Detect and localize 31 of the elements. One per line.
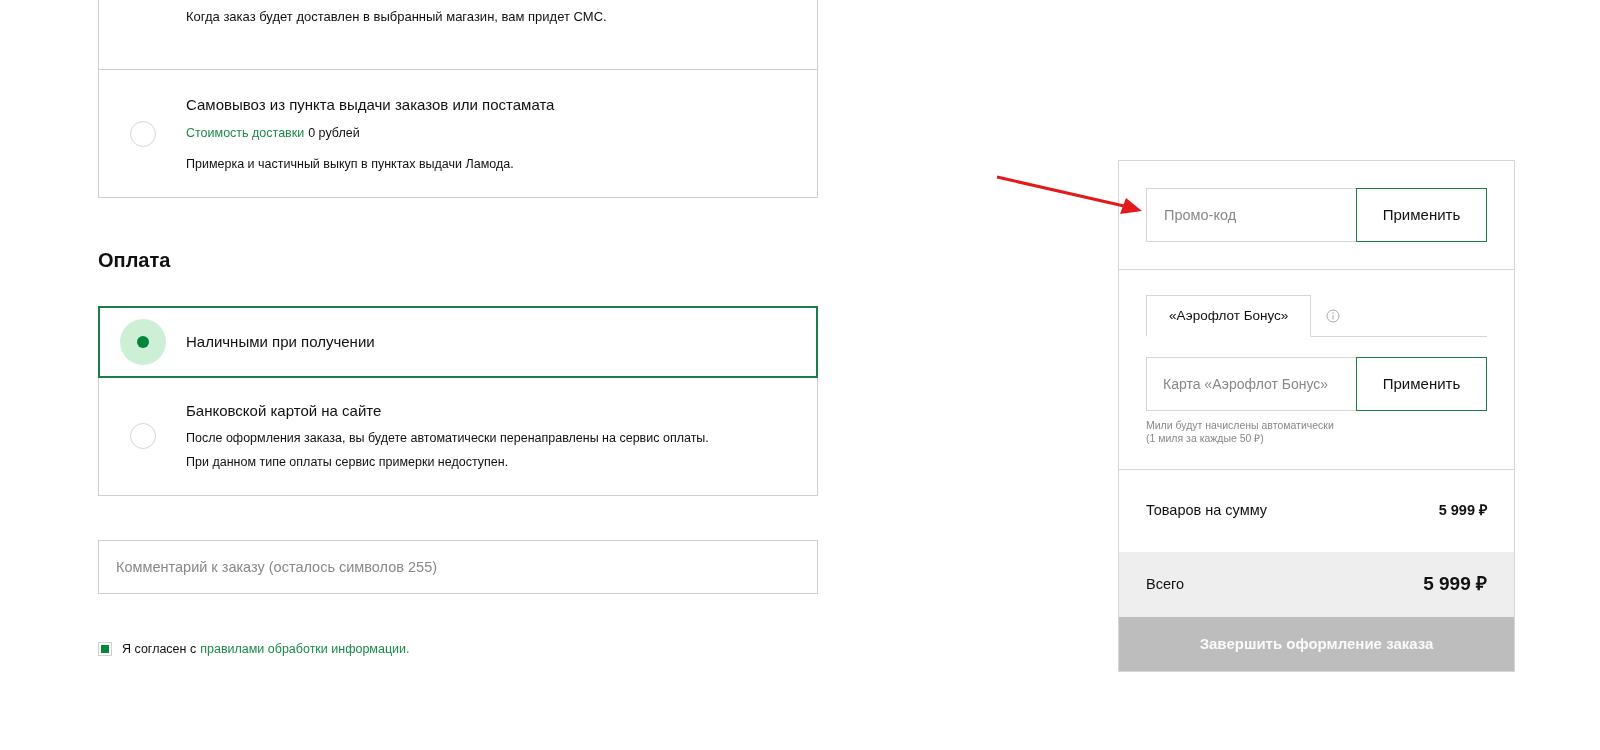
miles-hint: (1 миля за каждые 50 ₽)	[1146, 432, 1265, 445]
payment-note: При данном типе оплаты сервис примерки недоступен.	[186, 454, 510, 472]
radio-button[interactable]	[129, 423, 156, 449]
bonus-card-field[interactable]: Карта «Аэрофлот Бонус»	[1146, 357, 1356, 411]
promo-code-field[interactable]: Промо-код	[1146, 188, 1356, 242]
delivery-cost: 0 рублей	[308, 125, 360, 142]
miles-hint: Мили будут начислены автоматически	[1146, 419, 1335, 432]
consent-text: Я согласен с	[122, 641, 197, 658]
section-heading: Оплата	[98, 248, 172, 273]
payment-option-title: Наличными при получении	[186, 331, 375, 352]
rules-link[interactable]: правилами обработки информации.	[200, 640, 410, 659]
delivery-note: Примерка и частичный выкуп в пунктах выдачи Ламода.	[186, 155, 515, 173]
delivery-cost-link[interactable]: Стоимость доставки	[186, 124, 305, 143]
apply-button[interactable]: Применить	[1356, 357, 1487, 411]
goods-total-value: 5 999 ₽	[1438, 501, 1487, 521]
grand-total-label: Всего	[1146, 574, 1185, 594]
bonus-tab[interactable]: «Аэрофлот Бонус»	[1146, 295, 1312, 337]
radio-button[interactable]	[119, 319, 166, 365]
grand-total-value: 5 999 ₽	[1423, 572, 1487, 597]
info-icon[interactable]	[1326, 309, 1341, 323]
radio-button[interactable]	[129, 120, 156, 147]
payment-option[interactable]: Наличными при получении	[99, 307, 817, 377]
apply-button[interactable]: Применить	[1356, 188, 1487, 242]
payment-note: После оформления заказа, вы будете автоматически перенаправлены на сервис оплаты.	[186, 429, 709, 447]
goods-total-label: Товаров на сумму	[1146, 501, 1268, 521]
payment-option[interactable]: Банковской картой на сайте После оформления заказа, вы будете автоматически перенаправлены на сервис оплаты. При данном типе оплаты сервис примерки недоступен.	[99, 377, 817, 495]
comment-field[interactable]: Комментарий к заказу (осталось символов 255)	[98, 540, 818, 594]
payment-option-title: Банковской картой на сайте	[186, 401, 383, 421]
delivery-note: Когда заказ будет доставлен в выбранный магазин, вам придет СМС.	[186, 9, 607, 24]
delivery-option-title: Самовывоз из пункта выдачи заказов или постамата	[186, 94, 555, 115]
consent-checkbox[interactable]	[98, 642, 112, 657]
